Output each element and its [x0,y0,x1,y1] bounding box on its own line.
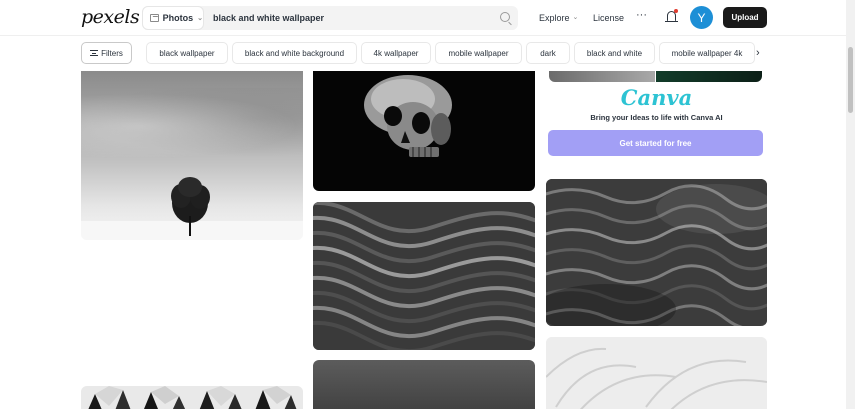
chevron-down-icon: ⌄ [197,15,203,22]
get-started-button[interactable]: Get started for free [548,130,763,156]
filter-icon [90,50,99,56]
chip-black-and-white-background[interactable]: black and white background [232,42,357,64]
wave-graphic [313,202,535,350]
chip-dark[interactable]: dark [526,42,570,64]
page: pexels Photos ⌄ black and white wallpape… [0,0,855,409]
photo-geometric-pattern[interactable] [81,386,303,409]
nav-explore-label: Explore [539,13,570,23]
search-bar[interactable]: Photos ⌄ black and white wallpaper [142,6,518,30]
canva-logo: Canva [620,85,693,110]
search-input[interactable]: black and white wallpaper [213,13,324,23]
chevron-right-icon[interactable]: › [756,47,760,59]
photo-skull[interactable] [313,71,535,191]
chip-mobile-wallpaper[interactable]: mobile wallpaper [435,42,522,64]
page-scrollbar[interactable] [846,0,855,409]
search-icon[interactable] [500,12,510,22]
avatar[interactable]: Y [690,6,713,29]
nav-license[interactable]: License [593,13,624,23]
tree-graphic [81,177,303,240]
chip-black-wallpaper[interactable]: black wallpaper [146,42,228,64]
canva-ad[interactable]: Canva Bring your Ideas to life with Canv… [546,71,767,167]
chip-4k-wallpaper[interactable]: 4k wallpaper [361,42,431,64]
ad-image-right [656,71,762,82]
filters-button[interactable]: Filters [81,42,132,64]
filters-label: Filters [101,48,123,58]
chip-mobile-wallpaper-4k[interactable]: mobile wallpaper 4k [659,42,755,64]
pexels-logo[interactable]: pexels [81,6,140,28]
media-type-label: Photos [162,13,194,23]
ad-image-left [549,71,655,82]
skull-graphic [364,75,452,157]
geometric-graphic [81,386,303,409]
upload-button[interactable]: Upload [723,7,767,28]
image-icon [150,14,159,22]
texture-graphic [546,337,767,409]
photo-white-texture[interactable] [546,337,767,409]
media-type-select[interactable]: Photos ⌄ [142,6,204,30]
top-header: pexels Photos ⌄ black and white wallpape… [0,0,846,36]
notification-dot [674,9,678,13]
chip-black-and-white[interactable]: black and white [574,42,655,64]
ripple-graphic [546,179,767,326]
photo-rippled-sand[interactable] [546,179,767,326]
scrollbar-thumb[interactable] [848,47,853,113]
photo-dark-sand[interactable] [313,360,535,409]
nav-explore[interactable]: Explore ⌄ [539,13,578,23]
ad-tagline: Bring your Ideas to life with Canva AI [590,113,723,122]
photo-tree-snow[interactable] [81,71,303,240]
chevron-down-icon: ⌄ [572,14,579,21]
related-searches: Filters black wallpaper black and white … [0,42,846,66]
more-icon[interactable]: ··· [636,9,647,21]
photo-wavy-lines[interactable] [313,202,535,350]
